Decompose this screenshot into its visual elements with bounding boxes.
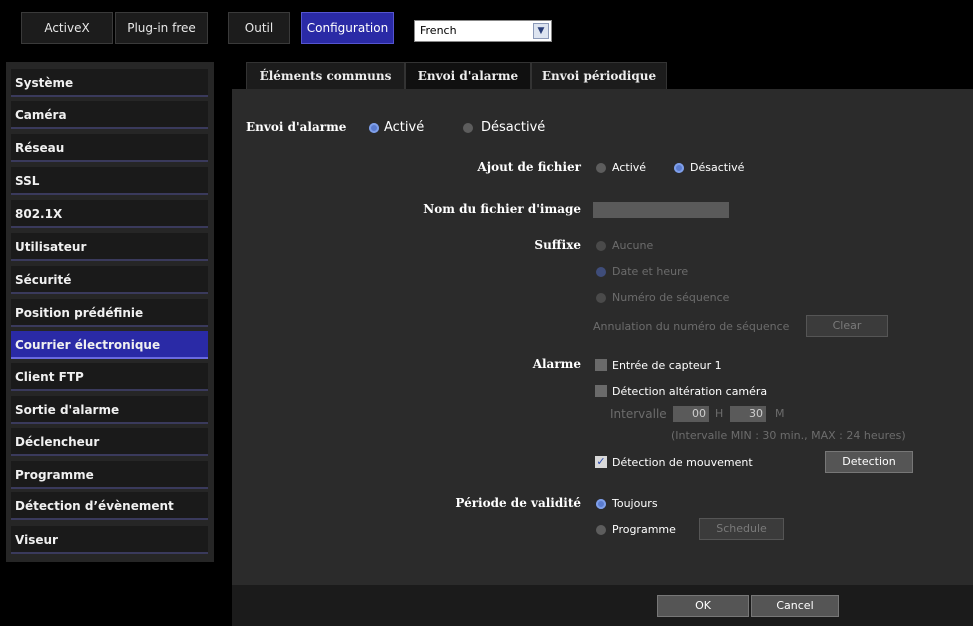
tab-envoi-periodique[interactable]: Envoi périodique <box>531 62 667 90</box>
ajout-fichier-off-radio[interactable] <box>674 163 684 173</box>
alteration-label: Détection altération caméra <box>612 385 768 398</box>
envoi-alarme-on-label: Activé <box>384 120 425 135</box>
alarme-label: Alarme <box>532 357 581 371</box>
capteur-checkbox[interactable] <box>595 359 607 371</box>
sidebar-item-position-predefinie[interactable]: Position prédéfinie <box>11 299 208 327</box>
intervalle-hours-input[interactable]: 00 <box>673 406 709 422</box>
intervalle-minutes-input[interactable]: 30 <box>730 406 766 422</box>
minutes-unit: M <box>775 407 785 420</box>
sidebar-item-client-ftp[interactable]: Client FTP <box>11 363 208 391</box>
sidebar-item-camera[interactable]: Caméra <box>11 101 208 129</box>
intervalle-label: Intervalle <box>610 407 667 421</box>
suffixe-aucune-label: Aucune <box>612 239 654 252</box>
sidebar-item-sortie-d-alarme[interactable]: Sortie d'alarme <box>11 396 208 424</box>
nom-fichier-label: Nom du fichier d'image <box>423 202 581 216</box>
clear-button[interactable]: Clear <box>806 315 888 337</box>
mouvement-label: Détection de mouvement <box>612 456 753 469</box>
capteur-label: Entrée de capteur 1 <box>612 359 722 372</box>
ajout-fichier-on-label: Activé <box>612 161 647 174</box>
detection-button[interactable]: Detection <box>825 451 913 473</box>
programme-label: Programme <box>612 523 676 536</box>
footer-bar: OK Cancel <box>232 585 973 626</box>
programme-radio[interactable] <box>596 525 606 535</box>
sidebar: Système Caméra Réseau SSL 802.1X Utilisateur S… <box>6 62 214 562</box>
suffixe-label: Suffixe <box>534 238 581 252</box>
suffixe-numero-radio[interactable] <box>596 293 606 303</box>
envoi-alarme-label: Envoi d'alarme <box>246 120 347 134</box>
tab-elements-communs[interactable]: Éléments communs <box>246 62 405 90</box>
suffixe-aucune-radio[interactable] <box>596 241 606 251</box>
main-panel: Envoi d'alarme Activé Désactivé Ajout de… <box>232 89 973 585</box>
mouvement-checkbox[interactable]: ✓ <box>595 456 607 468</box>
suffixe-date-label: Date et heure <box>612 265 689 278</box>
envoi-alarme-off-radio[interactable] <box>463 123 473 133</box>
language-select[interactable]: French ▼ <box>414 20 552 42</box>
sidebar-item-declencheur[interactable]: Déclencheur <box>11 428 208 456</box>
sidebar-item-utilisateur[interactable]: Utilisateur <box>11 233 208 261</box>
envoi-alarme-off-label: Désactivé <box>481 120 546 135</box>
suffixe-date-radio[interactable] <box>596 267 606 277</box>
plugin-free-button[interactable]: Plug-in free <box>115 12 208 44</box>
sidebar-item-detection-d-evenement[interactable]: Détection d’évènement <box>11 492 208 520</box>
alteration-checkbox[interactable] <box>595 385 607 397</box>
schedule-button[interactable]: Schedule <box>699 518 784 540</box>
envoi-alarme-on-radio[interactable] <box>369 123 379 133</box>
chevron-down-icon[interactable]: ▼ <box>533 23 549 39</box>
language-value: French <box>420 24 457 37</box>
suffixe-numero-label: Numéro de séquence <box>612 291 730 304</box>
nom-fichier-input[interactable] <box>593 202 729 218</box>
sidebar-item-securite[interactable]: Sécurité <box>11 266 208 294</box>
sidebar-item-viseur[interactable]: Viseur <box>11 526 208 554</box>
tab-envoi-alarme[interactable]: Envoi d'alarme <box>405 62 531 90</box>
sidebar-item-802-1x[interactable]: 802.1X <box>11 200 208 228</box>
ok-button[interactable]: OK <box>657 595 749 617</box>
sidebar-item-reseau[interactable]: Réseau <box>11 134 208 162</box>
activex-button[interactable]: ActiveX <box>21 12 113 44</box>
hours-unit: H <box>715 407 724 420</box>
periode-label: Période de validité <box>455 496 581 510</box>
toujours-label: Toujours <box>612 497 658 510</box>
annulation-label: Annulation du numéro de séquence <box>593 320 790 333</box>
cancel-button[interactable]: Cancel <box>751 595 839 617</box>
sidebar-item-systeme[interactable]: Système <box>11 69 208 97</box>
intervalle-note: (Intervalle MIN : 30 min., MAX : 24 heur… <box>671 429 906 442</box>
ajout-fichier-off-label: Désactivé <box>690 161 745 174</box>
ajout-fichier-label: Ajout de fichier <box>477 160 581 174</box>
sidebar-item-ssl[interactable]: SSL <box>11 167 208 195</box>
top-bar: ActiveX Plug-in free Outil Configuration… <box>0 0 973 58</box>
toujours-radio[interactable] <box>596 499 606 509</box>
outil-button[interactable]: Outil <box>228 12 290 44</box>
ajout-fichier-on-radio[interactable] <box>596 163 606 173</box>
configuration-button[interactable]: Configuration <box>301 12 394 44</box>
sidebar-item-programme[interactable]: Programme <box>11 461 208 489</box>
sidebar-item-courrier-electronique[interactable]: Courrier électronique <box>11 331 208 359</box>
